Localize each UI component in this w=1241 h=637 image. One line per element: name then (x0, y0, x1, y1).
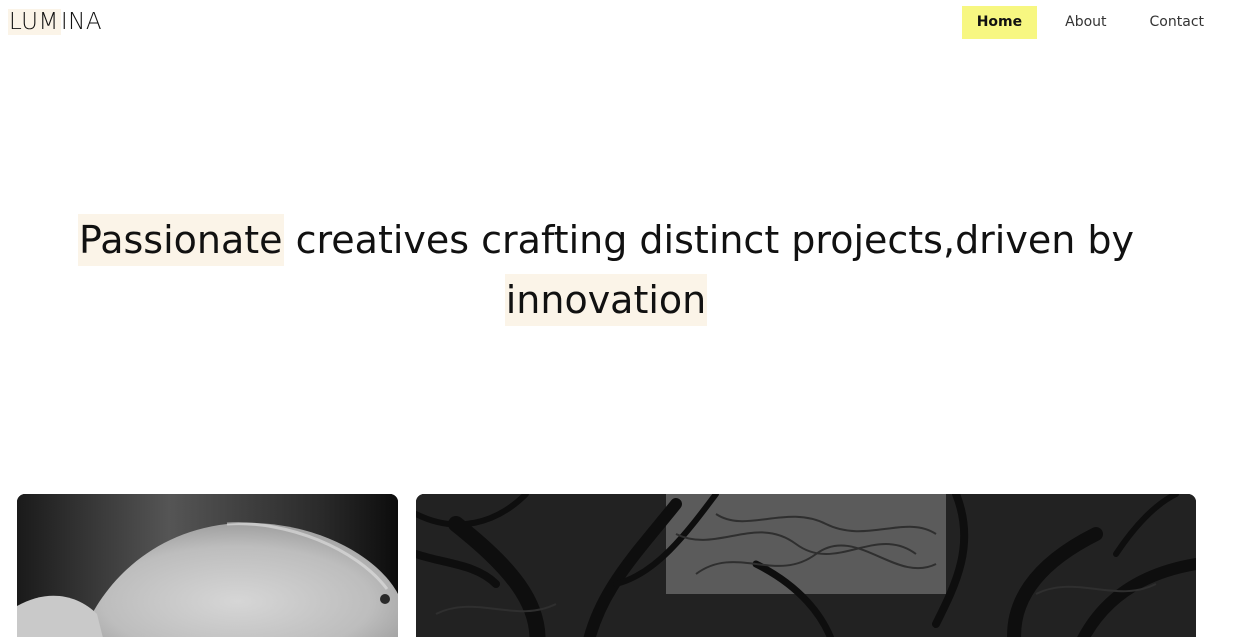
mushroom-image (17, 494, 398, 637)
hero-highlight-innovation: innovation (504, 274, 708, 326)
gallery-image-trees[interactable] (416, 494, 1196, 637)
logo-highlight: LUM (8, 9, 61, 35)
gallery-image-mushroom[interactable] (17, 494, 398, 637)
hero-highlight-passionate: Passionate (77, 214, 284, 266)
hero-headline: Passionate creatives crafting distinct p… (0, 210, 1212, 330)
logo-rest: INA (60, 9, 103, 35)
hero-middle-text: creatives crafting distinct projects,dri… (283, 218, 1135, 262)
nav-about[interactable]: About (1050, 6, 1121, 39)
nav-contact[interactable]: Contact (1135, 6, 1219, 39)
page: LUM INA Home About Contact Passionate cre… (0, 0, 1241, 637)
logo[interactable]: LUM INA (8, 8, 102, 36)
trees-image (416, 494, 1196, 637)
nav-home[interactable]: Home (961, 6, 1038, 39)
main-nav: Home About Contact (961, 6, 1219, 39)
